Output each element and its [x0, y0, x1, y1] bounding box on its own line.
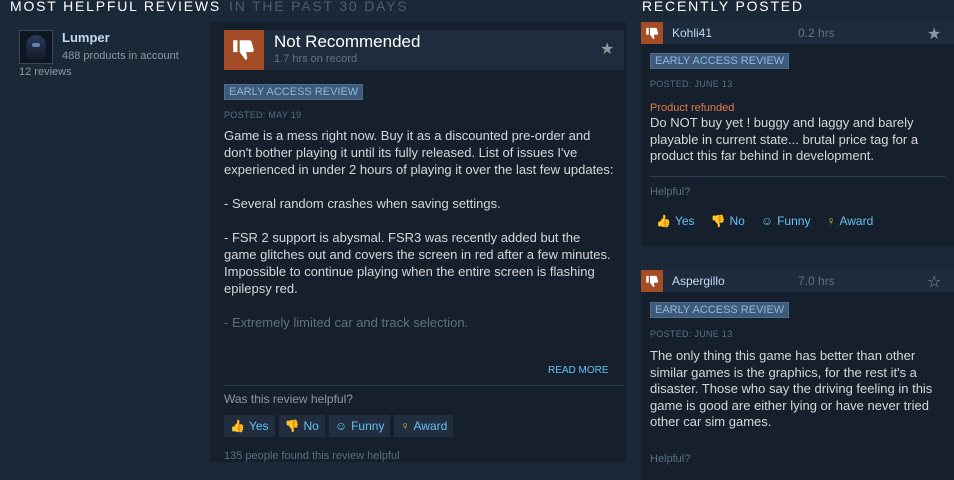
recent-review-user[interactable]: Aspergillo	[672, 274, 725, 288]
posted-date: POSTED: JUNE 13	[650, 79, 733, 89]
avatar-eye	[32, 43, 40, 47]
found-helpful-count: 135 people found this review helpful	[224, 450, 400, 462]
review-author-panel: Lumper 488 products in account 12 review…	[10, 22, 210, 462]
recent-review-card: Kohli41 0.2 hrs ★ EARLY ACCESS REVIEW PO…	[641, 22, 954, 246]
vote-yes-button[interactable]: 👍 Yes	[224, 415, 275, 437]
vote-no-button[interactable]: 👎 No	[278, 415, 325, 437]
vote-yes-button[interactable]: 👍 Yes	[650, 210, 701, 232]
vote-buttons: 👍 Yes 👎 No ☺ Funny ♀ Award	[224, 415, 457, 437]
author-products[interactable]: 488 products in account	[62, 50, 179, 62]
award-button[interactable]: ♀ Award	[394, 415, 454, 437]
vote-yes-label: Yes	[248, 419, 269, 433]
read-more-link[interactable]: READ MORE	[548, 365, 609, 376]
recent-review-hours: 7.0 hrs	[798, 274, 835, 288]
vote-no-button[interactable]: 👎 No	[705, 210, 751, 232]
vote-funny-label: Funny	[351, 419, 385, 433]
early-access-badge: EARLY ACCESS REVIEW	[224, 84, 364, 100]
award-star-icon[interactable]: ★	[927, 24, 941, 44]
vote-header[interactable]: Not Recommended 1.7 hrs on record ★	[224, 30, 624, 70]
helpful-question: Was this review helpful?	[224, 392, 353, 406]
thumbs-down-small-icon: 👎	[284, 419, 300, 433]
review-body: Not Recommended 1.7 hrs on record ★ EARL…	[224, 30, 624, 462]
early-access-badge: EARLY ACCESS REVIEW	[650, 302, 790, 318]
early-access-badge: EARLY ACCESS REVIEW	[650, 53, 790, 69]
most-helpful-title: MOST HELPFUL REVIEWS	[10, 0, 222, 14]
helpful-label: Helpful?	[650, 186, 691, 198]
thumbs-up-icon: 👍	[230, 419, 245, 433]
award-label: Award	[839, 214, 874, 228]
thumbs-up-icon: 👍	[656, 214, 671, 228]
review-hours: 1.7 hrs on record	[274, 53, 358, 65]
recent-review-header[interactable]: Aspergillo 7.0 hrs ☆	[641, 270, 954, 292]
thumbs-down-icon	[641, 270, 663, 292]
vote-funny-button[interactable]: ☺ Funny	[755, 210, 817, 232]
helpful-label: Helpful?	[650, 453, 691, 465]
award-label: Award	[413, 419, 448, 433]
helpful-divider	[224, 385, 624, 386]
vote-funny-label: Funny	[777, 214, 811, 228]
recent-review-user[interactable]: Kohli41	[672, 26, 712, 40]
recent-review-hours: 0.2 hrs	[798, 26, 835, 40]
review-paragraph-2: - Several random crashes when saving set…	[224, 196, 501, 211]
review-paragraph-1: Game is a mess right now. Buy it as a di…	[224, 128, 614, 177]
vote-funny-button[interactable]: ☺ Funny	[328, 415, 391, 437]
recent-review-card: Aspergillo 7.0 hrs ☆ EARLY ACCESS REVIEW…	[641, 270, 954, 480]
review-paragraph-3: - FSR 2 support is abysmal. FSR3 was rec…	[224, 230, 611, 296]
award-star-outline-icon[interactable]: ☆	[927, 272, 941, 292]
thumbs-down-icon	[224, 30, 264, 70]
vote-no-label: No	[729, 214, 745, 228]
posted-date: POSTED: JUNE 13	[650, 329, 733, 339]
early-access-badge-wrap: EARLY ACCESS REVIEW	[650, 300, 790, 318]
recently-posted-header: RECENTLY POSTED	[642, 0, 804, 14]
past-30-days-label[interactable]: IN THE PAST 30 DAYS	[229, 0, 408, 14]
recent-review-header[interactable]: Kohli41 0.2 hrs ★	[641, 22, 954, 44]
author-reviews[interactable]: 12 reviews	[19, 66, 72, 78]
award-star-icon[interactable]: ★	[600, 39, 614, 59]
vote-no-label: No	[303, 419, 319, 433]
review-content: Game is a mess right now. Buy it as a di…	[224, 127, 616, 349]
vote-buttons: 👍 Yes 👎 No ☺ Funny ♀ Award	[650, 210, 883, 232]
review-paragraph-4: - Extremely limited car and track select…	[224, 315, 469, 330]
thumbs-down-icon	[641, 22, 663, 44]
award-icon: ♀	[826, 214, 836, 228]
review-card: Lumper 488 products in account 12 review…	[10, 22, 626, 462]
recently-posted-title: RECENTLY POSTED	[642, 0, 804, 14]
author-name[interactable]: Lumper	[62, 30, 110, 45]
recent-review-text: Do NOT buy yet ! buggy and laggy and bar…	[650, 115, 919, 163]
thumbs-down-small-icon: 👎	[710, 214, 726, 228]
early-access-badge-wrap: EARLY ACCESS REVIEW	[650, 51, 790, 69]
early-access-badge-wrap: EARLY ACCESS REVIEW	[224, 82, 364, 100]
review-verdict: Not Recommended	[274, 32, 421, 51]
award-button[interactable]: ♀ Award	[820, 210, 879, 232]
award-icon: ♀	[400, 419, 410, 433]
vote-yes-label: Yes	[674, 214, 695, 228]
posted-date: POSTED: MAY 19	[224, 110, 302, 120]
helpful-divider	[650, 176, 946, 177]
smiley-icon: ☺	[760, 214, 774, 228]
avatar-figure	[26, 35, 46, 61]
most-helpful-header: MOST HELPFUL REVIEWS IN THE PAST 30 DAYS	[10, 0, 408, 14]
avatar[interactable]	[19, 30, 53, 64]
smiley-icon: ☺	[334, 419, 348, 433]
product-refunded-label: Product refunded	[650, 102, 735, 114]
recent-review-text: The only thing this game has better than…	[650, 348, 933, 429]
